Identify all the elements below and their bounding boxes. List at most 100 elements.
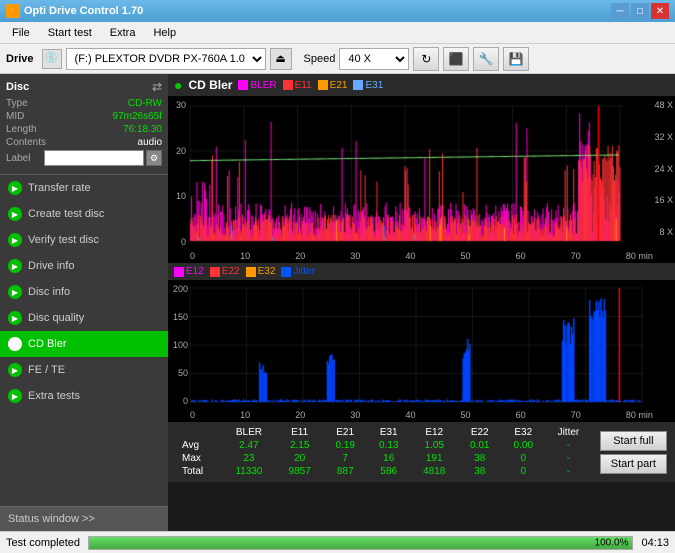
col-e22: E22 <box>458 426 502 439</box>
max-e21: 7 <box>323 452 367 465</box>
cd-bler-icon: ▶ <box>8 337 22 351</box>
speed-select[interactable]: 40 X <box>339 48 409 70</box>
type-value: CD-RW <box>128 98 162 109</box>
legend-label-e32: E32 <box>258 266 276 277</box>
chart2-canvas <box>168 280 658 410</box>
eject-button[interactable]: ⏏ <box>270 48 292 70</box>
progress-bar: 100.0% <box>88 536 633 550</box>
label-label: Label <box>6 153 30 164</box>
drive-icon: 💿 <box>42 49 62 69</box>
table-row-total: Total 11330 9857 887 586 4818 38 0 - <box>176 465 592 478</box>
total-jitter: - <box>545 465 592 478</box>
col-e11: E11 <box>276 426 323 439</box>
status-window-button[interactable]: Status window >> <box>0 506 168 531</box>
nav-transfer-rate[interactable]: ▶ Transfer rate <box>0 175 168 201</box>
chart1-icon: ● <box>174 77 182 93</box>
total-e31: 586 <box>367 465 411 478</box>
menu-start-test[interactable]: Start test <box>40 25 100 41</box>
nav-label-cd-bler: CD Bler <box>28 338 67 350</box>
avg-label: Avg <box>176 439 222 452</box>
nav-drive-info[interactable]: ▶ Drive info <box>0 253 168 279</box>
tools-button[interactable]: 🔧 <box>473 47 499 71</box>
label-gear-button[interactable]: ⚙ <box>146 150 162 166</box>
legend-e22: E22 <box>210 266 240 277</box>
disc-arrow-icon[interactable]: ⇄ <box>152 80 162 94</box>
nav-label-extra-tests: Extra tests <box>28 390 80 402</box>
legend-dot-e21 <box>318 80 328 90</box>
type-label: Type <box>6 98 28 109</box>
nav-label-disc-info: Disc info <box>28 286 70 298</box>
erase-button[interactable]: ⬛ <box>443 47 469 71</box>
total-e32: 0 <box>502 465 546 478</box>
max-e22: 38 <box>458 452 502 465</box>
nav-label-transfer-rate: Transfer rate <box>28 182 91 194</box>
legend-dot-e22 <box>210 267 220 277</box>
menu-extra[interactable]: Extra <box>102 25 144 41</box>
nav-cd-bler[interactable]: ▶ CD Bler <box>0 331 168 357</box>
status-text: Test completed <box>6 537 80 549</box>
legend-dot-e12 <box>174 267 184 277</box>
disc-panel-title: Disc <box>6 81 29 93</box>
avg-jitter: - <box>545 439 592 452</box>
col-e31: E31 <box>367 426 411 439</box>
legend-dot-e32 <box>246 267 256 277</box>
max-label: Max <box>176 452 222 465</box>
nav-disc-info[interactable]: ▶ Disc info <box>0 279 168 305</box>
transfer-rate-icon: ▶ <box>8 181 22 195</box>
mid-label: MID <box>6 111 24 122</box>
col-e21: E21 <box>323 426 367 439</box>
title-bar: 🔶 Opti Drive Control 1.70 ─ □ ✕ <box>0 0 675 22</box>
total-e12: 4818 <box>411 465 458 478</box>
menu-help[interactable]: Help <box>145 25 184 41</box>
chart2-x-labels: 0 10 20 30 40 50 60 70 80 min <box>168 410 675 422</box>
start-part-button[interactable]: Start part <box>600 454 667 474</box>
menu-file[interactable]: File <box>4 25 38 41</box>
legend-label-bler: BLER <box>250 80 276 91</box>
main-layout: Disc ⇄ Type CD-RW MID 97m26s65f Length 7… <box>0 74 675 531</box>
avg-e12: 1.05 <box>411 439 458 452</box>
time-display: 04:13 <box>641 537 669 549</box>
drive-select[interactable]: (F:) PLEXTOR DVDR PX-760A 1.07 <box>66 48 266 70</box>
col-e32: E32 <box>502 426 546 439</box>
legend-bler: BLER <box>238 80 276 91</box>
chart2-y-labels: 200 150 100 50 0 <box>168 280 190 410</box>
minimize-button[interactable]: ─ <box>611 3 629 19</box>
avg-e22: 0.01 <box>458 439 502 452</box>
label-input[interactable] <box>44 150 144 166</box>
legend-jitter: Jitter <box>281 266 315 277</box>
start-full-button[interactable]: Start full <box>600 431 667 451</box>
total-e11: 9857 <box>276 465 323 478</box>
nav-verify-test-disc[interactable]: ▶ Verify test disc <box>0 227 168 253</box>
status-window-label: Status window >> <box>8 513 95 525</box>
nav-label-fe-te: FE / TE <box>28 364 65 376</box>
nav-disc-quality[interactable]: ▶ Disc quality <box>0 305 168 331</box>
max-jitter: - <box>545 452 592 465</box>
avg-e31: 0.13 <box>367 439 411 452</box>
col-bler: BLER <box>222 426 276 439</box>
save-button[interactable]: 💾 <box>503 47 529 71</box>
legend-label-jitter: Jitter <box>293 266 315 277</box>
refresh-button[interactable]: ↻ <box>413 47 439 71</box>
total-label: Total <box>176 465 222 478</box>
chart-area: ● CD Bler BLER E11 E21 E31 <box>168 74 675 531</box>
nav-extra-tests[interactable]: ▶ Extra tests <box>0 383 168 409</box>
legend-e12: E12 <box>174 266 204 277</box>
chart1-right-labels: 48 X 32 X 24 X 16 X 8 X <box>654 96 673 241</box>
close-button[interactable]: ✕ <box>651 3 669 19</box>
extra-tests-icon: ▶ <box>8 389 22 403</box>
nav-create-test-disc[interactable]: ▶ Create test disc <box>0 201 168 227</box>
sidebar: Disc ⇄ Type CD-RW MID 97m26s65f Length 7… <box>0 74 168 531</box>
max-e11: 20 <box>276 452 323 465</box>
total-e21: 887 <box>323 465 367 478</box>
maximize-button[interactable]: □ <box>631 3 649 19</box>
chart2-title-bar: E12 E22 E32 Jitter <box>168 263 675 280</box>
drive-label: Drive <box>6 53 34 65</box>
disc-panel: Disc ⇄ Type CD-RW MID 97m26s65f Length 7… <box>0 74 168 175</box>
nav-fe-te[interactable]: ▶ FE / TE <box>0 357 168 383</box>
col-jitter: Jitter <box>545 426 592 439</box>
legend-e21: E21 <box>318 80 348 91</box>
legend-label-e21: E21 <box>330 80 348 91</box>
table-row-avg: Avg 2.47 2.15 0.19 0.13 1.05 0.01 0.00 - <box>176 439 592 452</box>
nav-label-create-test-disc: Create test disc <box>28 208 104 220</box>
avg-e11: 2.15 <box>276 439 323 452</box>
